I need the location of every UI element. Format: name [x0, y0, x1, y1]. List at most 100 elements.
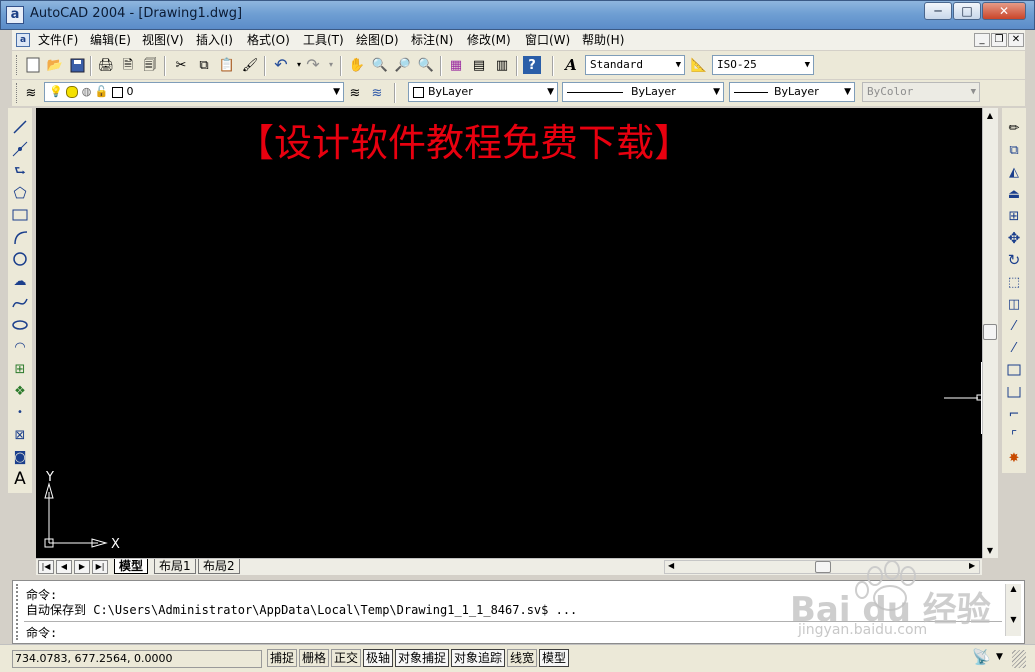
toolbar-grip[interactable] [16, 55, 20, 75]
osnap-toggle[interactable]: 对象捕捉 [395, 649, 450, 667]
layer-previous-icon[interactable]: ≋ [368, 84, 386, 102]
save-icon[interactable] [68, 56, 86, 74]
snap-toggle[interactable]: 捕捉 [267, 649, 298, 667]
line-icon[interactable] [10, 117, 30, 137]
region-icon[interactable]: ◙ [10, 447, 30, 467]
polar-toggle[interactable]: 极轴 [363, 649, 394, 667]
vertical-scroll-thumb[interactable] [983, 324, 997, 340]
first-tab-button[interactable]: |◀ [38, 560, 54, 574]
zoom-realtime-icon[interactable]: 🔍 [371, 56, 389, 74]
insert-block-icon[interactable]: ⊞ [10, 359, 30, 379]
paste-icon[interactable]: 📋 [218, 56, 236, 74]
dimension-style-select[interactable]: ISO-25 ▼ [712, 55, 814, 75]
linetype-select[interactable]: ByLayer ▼ [562, 82, 724, 102]
spline-icon[interactable] [10, 293, 30, 313]
menu-view[interactable]: 视图(V) [142, 32, 184, 48]
tool-palettes-icon[interactable]: ▥ [493, 56, 511, 74]
move-icon[interactable]: ✥ [1004, 228, 1024, 248]
menu-tools[interactable]: 工具(T) [303, 32, 344, 48]
otrack-toggle[interactable]: 对象追踪 [451, 649, 506, 667]
match-properties-icon[interactable]: 🖌 [241, 56, 259, 74]
array-icon[interactable]: ⊞ [1004, 206, 1024, 226]
rectangle-icon[interactable] [10, 205, 30, 225]
model-space-toggle[interactable]: 模型 [539, 649, 570, 667]
menu-window[interactable]: 窗口(W) [525, 32, 570, 48]
make-block-icon[interactable]: ❖ [10, 381, 30, 401]
grid-toggle[interactable]: 栅格 [299, 649, 330, 667]
mirror-icon[interactable]: ◭ [1004, 162, 1024, 182]
menu-dimension[interactable]: 标注(N) [411, 32, 453, 48]
doc-minimize-button[interactable]: _ [974, 33, 990, 47]
trim-icon[interactable]: ⁄ [1004, 316, 1024, 336]
doc-restore-button[interactable]: ❐ [991, 33, 1007, 47]
pan-realtime-icon[interactable]: ✋ [348, 56, 366, 74]
plot-style-select[interactable]: ByColor ▼ [862, 82, 980, 102]
construction-line-icon[interactable] [10, 139, 30, 159]
dimension-style-icon[interactable]: 📐 [690, 56, 708, 74]
menu-insert[interactable]: 插入(I) [196, 32, 233, 48]
copy-object-icon[interactable]: ⧉ [1004, 140, 1024, 160]
break-at-point-icon[interactable] [1004, 360, 1024, 380]
break-icon[interactable] [1004, 382, 1024, 402]
extend-icon[interactable]: ⁄ [1004, 338, 1024, 358]
polygon-icon[interactable]: ⬠ [10, 183, 30, 203]
publish-icon[interactable]: 🗐 [141, 56, 159, 74]
doc-close-button[interactable]: ✕ [1008, 33, 1024, 47]
circle-icon[interactable] [10, 249, 30, 269]
erase-icon[interactable]: ✏ [1004, 118, 1024, 138]
last-tab-button[interactable]: ▶| [92, 560, 108, 574]
ellipse-icon[interactable] [10, 315, 30, 335]
redo-dropdown-icon[interactable]: ▾ [322, 56, 340, 74]
redo-icon[interactable]: ↷ [304, 56, 322, 74]
chamfer-icon[interactable]: ⌐ [1004, 404, 1024, 424]
autocad-app-icon[interactable]: a [6, 6, 24, 24]
fillet-icon[interactable]: ⌜ [1004, 426, 1024, 446]
menu-help[interactable]: 帮助(H) [582, 32, 624, 48]
document-icon[interactable]: a [16, 33, 30, 47]
point-icon[interactable]: • [10, 403, 30, 423]
menu-modify[interactable]: 修改(M) [467, 32, 511, 48]
cut-icon[interactable]: ✂ [172, 56, 190, 74]
arc-icon[interactable] [10, 227, 30, 247]
multiline-text-icon[interactable]: A [10, 469, 30, 489]
command-prompt[interactable]: 命令: [26, 624, 57, 641]
minimize-button[interactable]: ─ [924, 2, 952, 20]
scroll-up-arrow-icon[interactable]: ▲ [984, 110, 996, 122]
scale-icon[interactable]: ⬚ [1004, 272, 1024, 292]
layer-properties-icon[interactable]: ≋ [22, 84, 40, 102]
offset-icon[interactable]: ⏏ [1004, 184, 1024, 204]
revision-cloud-icon[interactable]: ☁ [10, 271, 30, 291]
hatch-icon[interactable]: ⊠ [10, 425, 30, 445]
layer-select[interactable]: 💡 ◍ 🔓 0 ▼ [44, 82, 344, 102]
polyline-icon[interactable]: ⮑ [10, 161, 30, 181]
properties-icon[interactable]: ▦ [447, 56, 465, 74]
tab-model[interactable]: 模型 [114, 559, 149, 574]
close-button[interactable]: ✕ [982, 2, 1026, 20]
toolbar-grip[interactable] [16, 83, 20, 103]
lineweight-select[interactable]: ByLayer ▼ [729, 82, 855, 102]
drawing-canvas[interactable] [36, 108, 982, 558]
text-style-select[interactable]: Standard ▼ [585, 55, 685, 75]
undo-icon[interactable]: ↶ [272, 56, 290, 74]
make-current-layer-icon[interactable]: ≋ [346, 84, 364, 102]
communication-center-icon[interactable]: 📡 [972, 648, 991, 666]
previous-tab-button[interactable]: ◀ [56, 560, 72, 574]
plot-preview-icon[interactable]: 🗎 [119, 56, 137, 74]
next-tab-button[interactable]: ▶ [74, 560, 90, 574]
menu-file[interactable]: 文件(F) [38, 32, 78, 48]
status-menu-arrow-icon[interactable]: ▼ [996, 652, 1003, 662]
design-center-icon[interactable]: ▤ [470, 56, 488, 74]
tab-layout2[interactable]: 布局2 [198, 559, 240, 574]
menu-edit[interactable]: 编辑(E) [90, 32, 131, 48]
lineweight-toggle[interactable]: 线宽 [507, 649, 538, 667]
scroll-left-arrow-icon[interactable]: ◀ [668, 561, 674, 570]
ellipse-arc-icon[interactable]: ◠ [10, 337, 30, 357]
new-file-icon[interactable] [24, 56, 42, 74]
command-window-grip[interactable] [16, 584, 19, 640]
ortho-toggle[interactable]: 正交 [331, 649, 362, 667]
tab-layout1[interactable]: 布局1 [154, 559, 196, 574]
stretch-icon[interactable]: ◫ [1004, 294, 1024, 314]
menu-format[interactable]: 格式(O) [247, 32, 290, 48]
zoom-window-icon[interactable]: 🔎 [394, 56, 412, 74]
maximize-button[interactable]: □ [953, 2, 981, 20]
